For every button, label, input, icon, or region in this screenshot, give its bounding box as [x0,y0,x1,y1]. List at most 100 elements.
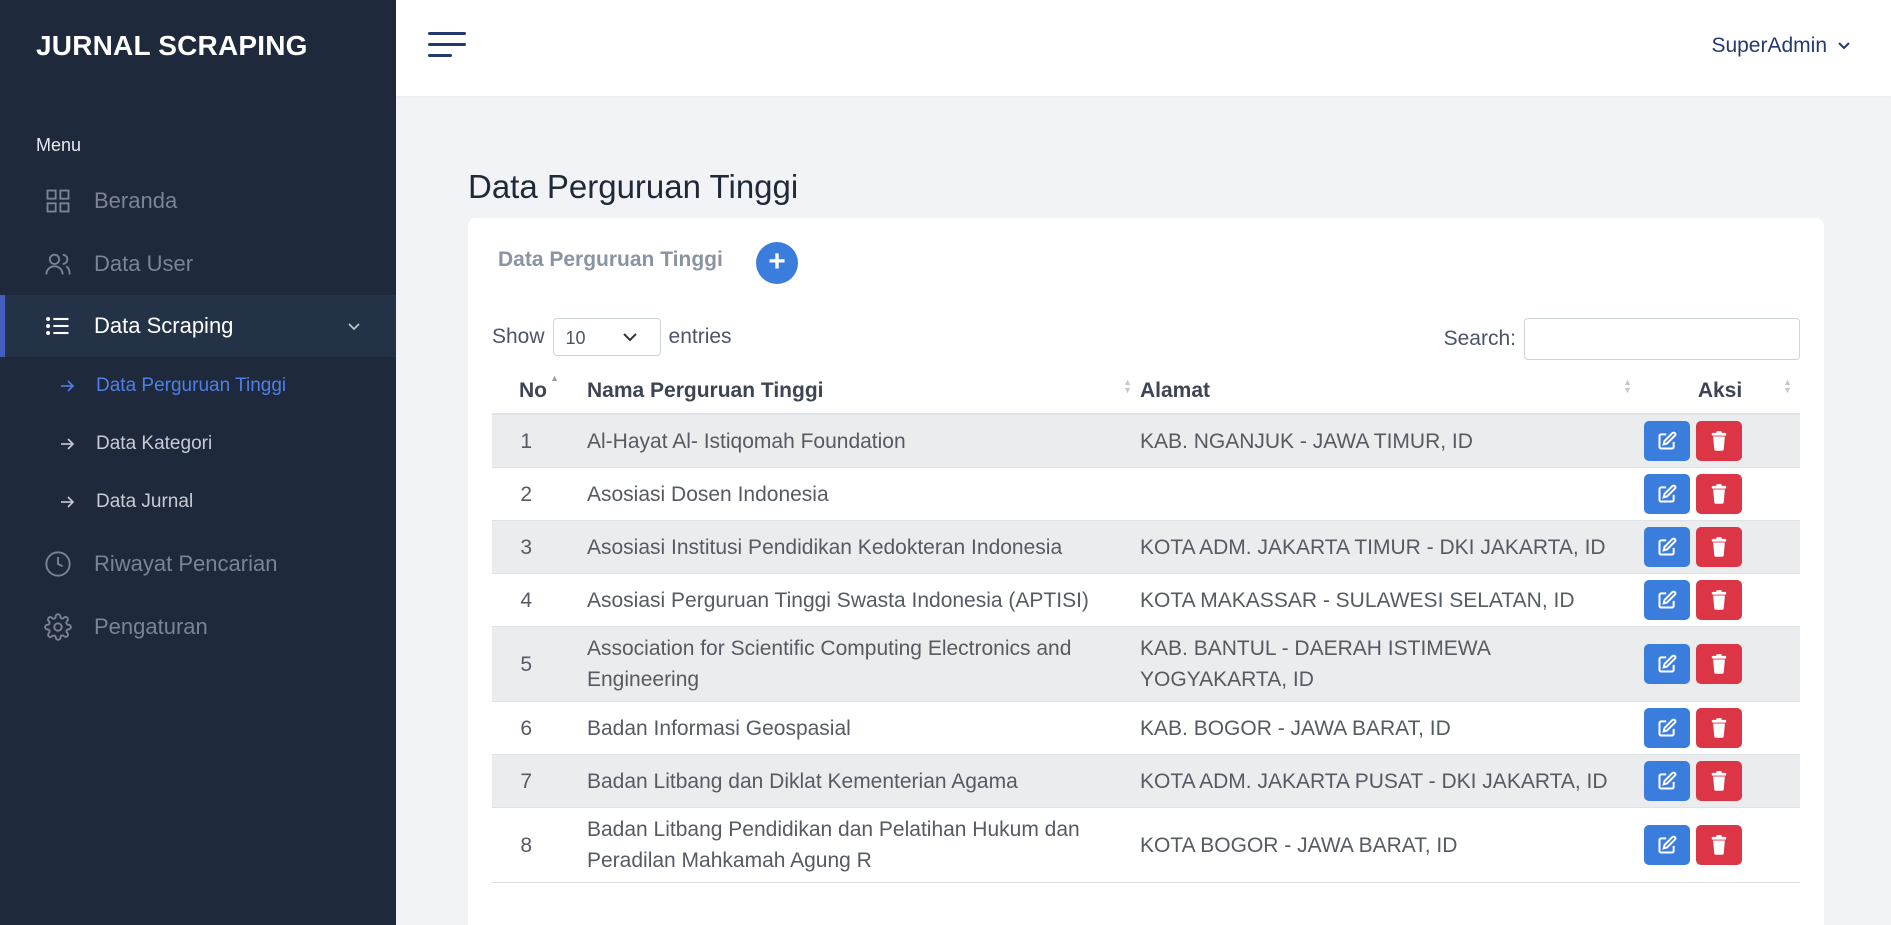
cell-address: KOTA MAKASSAR - SULAWESI SELATAN, ID [1140,573,1640,627]
sidebar-item-label: Riwayat Pencarian [94,551,278,576]
search-label: Search: [1443,327,1516,350]
sort-icon: ▲ ▼ [1123,377,1132,395]
search-input[interactable] [1524,318,1800,360]
edit-icon [1658,654,1677,673]
delete-button[interactable] [1696,474,1742,514]
cell-actions [1640,573,1800,627]
column-header-aksi[interactable]: Aksi ▲ ▼ [1640,368,1800,415]
table-row: 7 Badan Litbang dan Diklat Kementerian Ag… [492,754,1800,808]
sidebar-item-pengaturan[interactable]: Pengaturan [0,596,396,658]
edit-button[interactable] [1644,644,1690,684]
cell-address: KAB. NGANJUK - JAWA TIMUR, ID [1140,414,1640,468]
sidebar-item-data-scraping[interactable]: Data Scraping [0,295,396,357]
sidebar-item-label: Beranda [94,188,178,213]
delete-button[interactable] [1696,421,1742,461]
edit-button[interactable] [1644,474,1690,514]
sidebar-subitem-data-perguruan-tinggi[interactable]: Data Perguruan Tinggi [0,364,396,408]
arrow-right-icon [61,438,75,450]
sidebar-item-label: Data Scraping [94,313,234,338]
delete-button[interactable] [1696,761,1742,801]
delete-button[interactable] [1696,527,1742,567]
sidebar-item-label: Pengaturan [94,614,208,639]
trash-icon [1711,718,1727,738]
delete-button[interactable] [1696,580,1742,620]
cell-no: 2 [492,467,559,521]
sort-icon: ▲ ▼ [1623,377,1632,395]
chevron-down-icon [1838,42,1850,50]
data-table: No ▲ Nama Perguruan Tinggi ▲ ▼ Alamat ▲ ▼ … [492,368,1800,883]
sidebar-item-riwayat-pencarian[interactable]: Riwayat Pencarian [0,533,396,595]
cell-name: Badan Litbang Pendidikan dan Pelatihan H… [559,807,1140,883]
sidebar-item-data-user[interactable]: Data User [0,233,396,295]
trash-icon [1711,590,1727,610]
cell-name: Asosiasi Institusi Pendidikan Kedokteran… [559,520,1140,574]
hamburger-menu-icon[interactable] [428,30,466,60]
cell-name: Badan Litbang dan Diklat Kementerian Aga… [559,754,1140,808]
cell-actions [1640,626,1800,702]
show-label: Show [492,325,545,348]
clock-icon [45,551,71,577]
user-menu[interactable]: SuperAdmin [1711,34,1851,58]
chevron-down-icon [622,333,637,342]
cell-actions [1640,414,1800,468]
column-header-no[interactable]: No ▲ [492,368,559,415]
cell-name: Al-Hayat Al- Istiqomah Foundation [559,414,1140,468]
data-card: Data Perguruan Tinggi + Show 10 entries … [468,218,1824,925]
cell-no: 3 [492,520,559,574]
cell-no: 5 [492,626,559,702]
cell-name: Badan Informasi Geospasial [559,701,1140,755]
table-row: 6 Badan Informasi Geospasial KAB. BOGOR - … [492,701,1800,755]
delete-button[interactable] [1696,708,1742,748]
topbar: SuperAdmin [396,0,1891,96]
trash-icon [1711,537,1727,557]
arrow-right-icon [61,380,75,392]
search-control: Search: [1444,318,1800,360]
edit-button[interactable] [1644,825,1690,865]
trash-icon [1711,771,1727,791]
sidebar-subitem-data-jurnal[interactable]: Data Jurnal [0,480,396,524]
cell-actions [1640,520,1800,574]
table-row: 2 Asosiasi Dosen Indonesia [492,467,1800,521]
entries-select[interactable]: 10 [552,318,661,356]
column-header-nama[interactable]: Nama Perguruan Tinggi ▲ ▼ [559,368,1140,415]
trash-icon [1711,484,1727,504]
cell-no: 6 [492,701,559,755]
edit-icon [1658,590,1677,609]
user-name: SuperAdmin [1711,34,1827,57]
edit-icon [1658,431,1677,450]
edit-icon [1658,718,1677,737]
cell-address: KOTA BOGOR - JAWA BARAT, ID [1140,807,1640,883]
cell-no: 8 [492,807,559,883]
trash-icon [1711,654,1727,674]
column-header-alamat[interactable]: Alamat ▲ ▼ [1140,368,1640,415]
brand-title[interactable]: JURNAL SCRAPING [36,30,308,62]
trash-icon [1711,835,1727,855]
edit-icon [1658,771,1677,790]
cell-actions [1640,807,1800,883]
cell-actions [1640,701,1800,755]
cell-address: KOTA ADM. JAKARTA PUSAT - DKI JAKARTA, I… [1140,754,1640,808]
edit-button[interactable] [1644,421,1690,461]
sidebar-subitem-data-kategori[interactable]: Data Kategori [0,422,396,466]
delete-button[interactable] [1696,644,1742,684]
trash-icon [1711,431,1727,451]
delete-button[interactable] [1696,825,1742,865]
cell-address: KAB. BOGOR - JAWA BARAT, ID [1140,701,1640,755]
table-row: 3 Asosiasi Institusi Pendidikan Kedoktera… [492,520,1800,574]
entries-control: Show 10 entries [492,318,732,356]
edit-button[interactable] [1644,708,1690,748]
sort-icon: ▲ ▼ [1783,377,1792,395]
edit-button[interactable] [1644,527,1690,567]
add-button[interactable]: + [756,242,798,284]
sidebar-subitem-label: Data Perguruan Tinggi [96,375,287,396]
edit-button[interactable] [1644,580,1690,620]
table-row: 8 Badan Litbang Pendidikan dan Pelatihan … [492,807,1800,883]
cell-name: Association for Scientific Computing Ele… [559,626,1140,702]
edit-button[interactable] [1644,761,1690,801]
sidebar-item-beranda[interactable]: Beranda [0,170,396,232]
chevron-down-icon[interactable] [346,318,362,334]
cell-address: KOTA ADM. JAKARTA TIMUR - DKI JAKARTA, I… [1140,520,1640,574]
edit-icon [1658,835,1677,854]
page-title: Data Perguruan Tinggi [468,168,799,205]
cell-address [1140,467,1640,521]
